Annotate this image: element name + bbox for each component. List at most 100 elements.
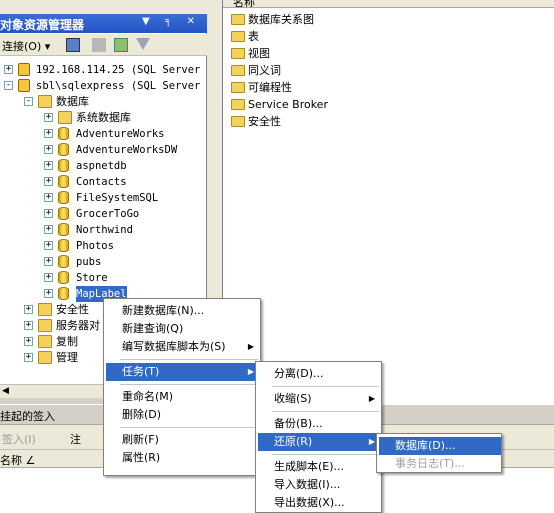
titlebar-buttons[interactable]: ▼ ╕ ✕ [142,16,201,27]
menu-item-label: 删除(D) [122,408,162,421]
menu-item-label: 数据库(D)... [395,439,456,452]
collapse-icon[interactable]: - [4,81,13,90]
menu-item[interactable]: 导出数据(X)... [258,494,381,512]
expand-icon[interactable]: + [24,305,33,314]
server-icon [18,63,30,76]
expand-icon[interactable]: + [24,353,33,362]
database-icon [58,143,69,156]
menu-item[interactable]: 收缩(S) ▶ [258,390,381,408]
menu-item-label: 事务日志(T)... [395,457,465,470]
details-item-label: 视图 [248,47,270,60]
connect-button[interactable]: 连接(O) ▾ [2,38,50,54]
menu-item[interactable]: 刷新(F) [106,431,260,449]
database-icon [58,223,69,236]
menu-item[interactable]: 新建数据库(N)... [106,302,260,320]
menu-item-label: 新建查询(Q) [122,322,184,335]
expand-icon[interactable]: + [44,177,53,186]
expand-icon[interactable]: + [44,113,53,122]
menu-item-label: 重命名(M) [122,390,174,403]
menu-item-label: 任务(T) [122,365,160,378]
tree-item-label: AdventureWorks [76,128,165,140]
expand-icon[interactable]: + [44,161,53,170]
expand-icon[interactable]: + [4,65,13,74]
disconnect-icon[interactable] [92,38,106,52]
menu-item[interactable]: 重命名(M) [106,388,260,406]
tree-item-pubs[interactable]: + pubs [0,254,207,270]
expand-icon[interactable]: + [44,145,53,154]
menu-separator [120,427,258,428]
tree-item-awdw[interactable]: + AdventureWorksDW [0,142,207,158]
submenu-arrow-icon: ▶ [247,342,254,351]
tree-item-aw[interactable]: + AdventureWorks [0,126,207,142]
expand-icon[interactable]: + [44,193,53,202]
pending-column-name[interactable]: 名称 ∠ [0,452,35,468]
column-header-name[interactable]: 名称 [233,0,255,7]
folder-icon [231,82,245,93]
expand-icon[interactable]: + [44,241,53,250]
menu-item[interactable]: 还原(R) ▶ [258,433,381,451]
database-icon [58,271,69,284]
tree-item-server1[interactable]: +192.168.114.25 (SQL Server [0,62,207,78]
collapse-icon[interactable]: - [24,97,33,106]
menu-item-label: 刷新(F) [122,433,159,446]
menu-item-label: 收缩(S) [274,392,312,405]
folder-icon [38,335,52,348]
menu-item[interactable]: 属性(R) [106,449,260,467]
menu-item[interactable]: 编写数据库脚本为(S) ▶ [106,338,260,356]
menu-separator [272,411,379,412]
menu-separator [272,386,379,387]
database-icon [58,127,69,140]
expand-icon[interactable]: + [24,337,33,346]
menu-item[interactable]: 生成脚本(E)... [258,458,381,476]
tree-item-contacts[interactable]: + Contacts [0,174,207,190]
menu-item[interactable]: 任务(T) ▶ [106,363,260,381]
tree-item-label: Photos [76,240,114,252]
menu-item-label: 新建数据库(N)... [122,304,205,317]
tree-item-fssql[interactable]: + FileSystemSQL [0,190,207,206]
expand-icon[interactable]: + [44,273,53,282]
tree-item-store[interactable]: + Store [0,270,207,286]
tree-item-server2[interactable]: - sbl\sqlexpress (SQL Server [0,78,207,94]
folder-icon [231,99,245,110]
object-explorer-titlebar: 对象资源管理器 ▼ ╕ ✕ [0,14,207,33]
tree-item-label: GrocerToGo [76,208,140,220]
tree-item-label: 复制 [56,335,78,348]
tree-item-databases[interactable]: - 数据库 [0,94,207,110]
expand-icon[interactable]: + [44,209,53,218]
menu-item[interactable]: 备份(B)... [258,415,381,433]
filter-icon[interactable] [136,38,150,50]
context-menu-database: 新建数据库(N)... 新建查询(Q) 编写数据库脚本为(S) ▶ 任务(T) ▶ 重命名(… [103,298,261,476]
tree-item-northwind[interactable]: + Northwind [0,222,207,238]
menu-item[interactable]: 分离(D)... [258,365,381,383]
expand-icon[interactable]: + [44,257,53,266]
tree-item-label: aspnetdb [76,160,127,172]
server-icon [18,79,30,92]
register-server-icon[interactable] [66,38,80,52]
tree-item-photos[interactable]: + Photos [0,238,207,254]
tree-item-label: sbl\sqlexpress (SQL Server [36,80,201,92]
menu-item[interactable]: 新建查询(Q) [106,320,260,338]
menu-item[interactable]: 删除(D) [106,406,260,424]
tree-item-sysdb[interactable]: + 系统数据库 [0,110,207,126]
folder-icon [231,31,245,42]
tree-item-grocer[interactable]: + GrocerToGo [0,206,207,222]
expand-icon[interactable]: + [44,289,53,298]
menu-item[interactable]: 导入数据(I)... [258,476,381,494]
context-menu-restore: 数据库(D)... 事务日志(T)... [376,433,502,473]
menu-item-label: 编写数据库脚本为(S) [122,340,226,353]
refresh-icon[interactable] [114,38,128,52]
menu-item[interactable]: 事务日志(T)... [379,455,501,473]
expand-icon[interactable]: + [24,321,33,330]
menu-item[interactable]: 数据库(D)... [379,437,501,455]
tree-item-aspnetdb[interactable]: + aspnetdb [0,158,207,174]
scroll-left-icon[interactable]: ◀ [2,386,9,396]
expand-icon[interactable]: + [44,129,53,138]
database-icon [58,175,69,188]
comment-button[interactable]: 注 [70,431,81,447]
checkin-button[interactable]: 签入(I) [2,431,36,447]
object-explorer-title: 对象资源管理器 [0,18,85,32]
expand-icon[interactable]: + [44,225,53,234]
tree-item-label: 管理 [56,351,78,364]
menu-separator [120,359,258,360]
tree-item-label: Store [76,272,108,284]
